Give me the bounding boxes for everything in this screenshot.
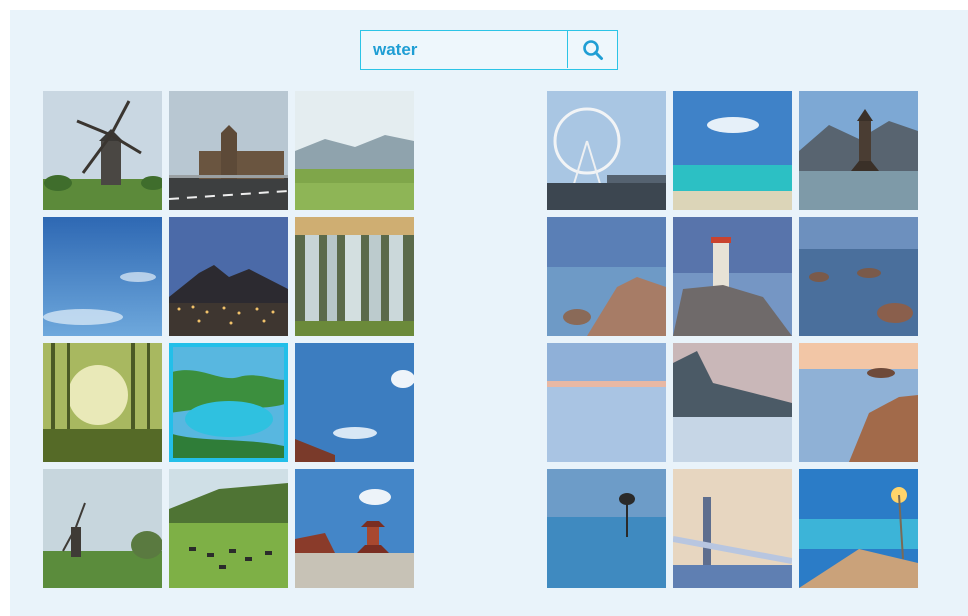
coastal-road-night-photo-icon: [799, 469, 918, 588]
image-tile[interactable]: [295, 343, 414, 462]
image-tile[interactable]: [43, 217, 162, 336]
windmill-field-photo-icon: [43, 469, 162, 588]
image-tile[interactable]: [547, 91, 666, 210]
bridge-sunset-photo-icon: [673, 469, 792, 588]
right-image-grid: [547, 91, 918, 588]
image-tile-selected[interactable]: [169, 343, 288, 462]
image-tile[interactable]: [547, 469, 666, 588]
calm-sea-dusk-photo-icon: [547, 343, 666, 462]
search-icon: [582, 39, 603, 60]
tropical-lagoon-photo-icon: [169, 343, 288, 462]
image-tile[interactable]: [799, 91, 918, 210]
search-input[interactable]: [361, 31, 567, 68]
image-tile[interactable]: [799, 343, 918, 462]
lake-pagoda-photo-icon: [799, 91, 918, 210]
pagoda-temple-photo-icon: [295, 469, 414, 588]
boulders-by-sea-photo-icon: [799, 343, 918, 462]
image-tile[interactable]: [43, 343, 162, 462]
image-tile[interactable]: [673, 469, 792, 588]
blue-sky-photo-icon: [43, 217, 162, 336]
mountain-meadow-photo-icon: [295, 91, 414, 210]
sunlit-forest-photo-icon: [43, 343, 162, 462]
image-tile[interactable]: [799, 217, 918, 336]
image-tile[interactable]: [295, 217, 414, 336]
ferris-wheel-photo-icon: [547, 91, 666, 210]
search-box: [360, 30, 618, 70]
image-tile[interactable]: [799, 469, 918, 588]
image-tile[interactable]: [295, 469, 414, 588]
image-tile[interactable]: [43, 91, 162, 210]
windmill-photo-icon: [43, 91, 162, 210]
image-tile[interactable]: [43, 469, 162, 588]
image-tile[interactable]: [169, 469, 288, 588]
image-tile[interactable]: [169, 217, 288, 336]
image-tile[interactable]: [673, 343, 792, 462]
image-tile[interactable]: [547, 343, 666, 462]
image-tile[interactable]: [295, 91, 414, 210]
mountain-coast-dusk-photo-icon: [673, 343, 792, 462]
sky-with-rooftop-photo-icon: [295, 343, 414, 462]
left-image-grid: [43, 91, 414, 588]
waterfall-photo-icon: [295, 217, 414, 336]
grazing-cows-hills-photo-icon: [169, 469, 288, 588]
image-tile[interactable]: [169, 91, 288, 210]
lighthouse-photo-icon: [673, 217, 792, 336]
seaside-rocks-photo-icon: [799, 217, 918, 336]
turquoise-beach-photo-icon: [673, 91, 792, 210]
parliament-building-photo-icon: [169, 91, 288, 210]
image-tile[interactable]: [547, 217, 666, 336]
rocky-shore-photo-icon: [547, 217, 666, 336]
image-tile[interactable]: [673, 217, 792, 336]
lone-tree-lake-photo-icon: [547, 469, 666, 588]
image-tile[interactable]: [673, 91, 792, 210]
night-city-mountain-photo-icon: [169, 217, 288, 336]
search-button[interactable]: [567, 31, 617, 68]
